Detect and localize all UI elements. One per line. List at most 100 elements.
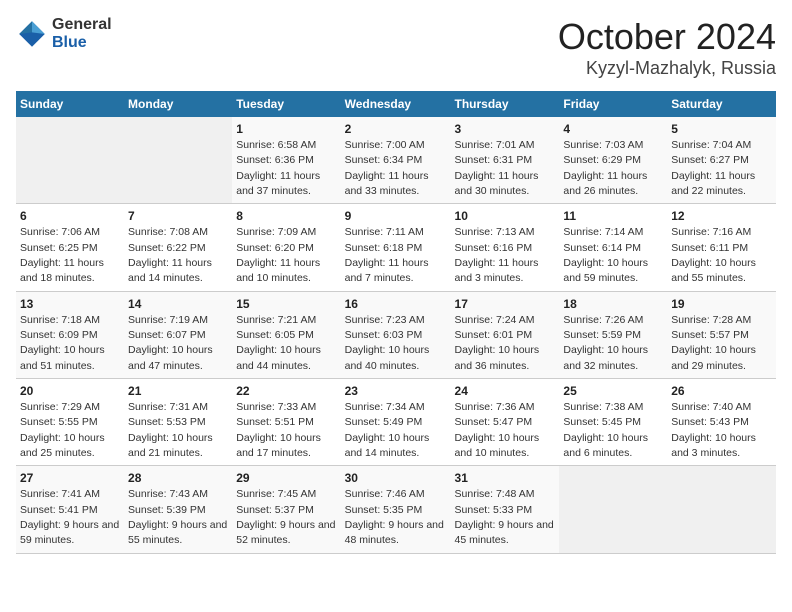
day-info: Sunrise: 7:41 AMSunset: 5:41 PMDaylight:… (20, 488, 119, 546)
day-number: 7 (128, 208, 228, 225)
day-number: 4 (563, 121, 663, 138)
calendar-week-5: 27Sunrise: 7:41 AMSunset: 5:41 PMDayligh… (16, 466, 776, 553)
day-info: Sunrise: 7:48 AMSunset: 5:33 PMDaylight:… (455, 488, 554, 546)
day-info: Sunrise: 7:14 AMSunset: 6:14 PMDaylight:… (563, 226, 648, 284)
calendar-cell: 3Sunrise: 7:01 AMSunset: 6:31 PMDaylight… (451, 117, 560, 204)
day-info: Sunrise: 7:04 AMSunset: 6:27 PMDaylight:… (671, 139, 755, 197)
day-number: 2 (345, 121, 447, 138)
calendar-cell: 19Sunrise: 7:28 AMSunset: 5:57 PMDayligh… (667, 291, 776, 378)
location-title: Kyzyl-Mazhalyk, Russia (558, 58, 776, 79)
calendar-week-2: 6Sunrise: 7:06 AMSunset: 6:25 PMDaylight… (16, 204, 776, 291)
logo-blue-text: Blue (52, 34, 112, 52)
day-header-sunday: Sunday (16, 91, 124, 117)
day-info: Sunrise: 7:36 AMSunset: 5:47 PMDaylight:… (455, 401, 540, 459)
calendar-cell: 31Sunrise: 7:48 AMSunset: 5:33 PMDayligh… (451, 466, 560, 553)
calendar-cell: 5Sunrise: 7:04 AMSunset: 6:27 PMDaylight… (667, 117, 776, 204)
day-number: 20 (20, 383, 120, 400)
calendar-cell: 15Sunrise: 7:21 AMSunset: 6:05 PMDayligh… (232, 291, 340, 378)
day-info: Sunrise: 7:09 AMSunset: 6:20 PMDaylight:… (236, 226, 320, 284)
calendar-cell: 21Sunrise: 7:31 AMSunset: 5:53 PMDayligh… (124, 379, 232, 466)
calendar-week-4: 20Sunrise: 7:29 AMSunset: 5:55 PMDayligh… (16, 379, 776, 466)
day-info: Sunrise: 7:34 AMSunset: 5:49 PMDaylight:… (345, 401, 430, 459)
day-info: Sunrise: 7:21 AMSunset: 6:05 PMDaylight:… (236, 314, 321, 372)
calendar-cell: 14Sunrise: 7:19 AMSunset: 6:07 PMDayligh… (124, 291, 232, 378)
day-info: Sunrise: 7:03 AMSunset: 6:29 PMDaylight:… (563, 139, 647, 197)
day-number: 16 (345, 296, 447, 313)
day-number: 22 (236, 383, 336, 400)
calendar-cell (16, 117, 124, 204)
calendar-cell: 27Sunrise: 7:41 AMSunset: 5:41 PMDayligh… (16, 466, 124, 553)
calendar-cell: 13Sunrise: 7:18 AMSunset: 6:09 PMDayligh… (16, 291, 124, 378)
day-number: 5 (671, 121, 772, 138)
day-info: Sunrise: 7:16 AMSunset: 6:11 PMDaylight:… (671, 226, 756, 284)
calendar-cell: 6Sunrise: 7:06 AMSunset: 6:25 PMDaylight… (16, 204, 124, 291)
calendar-table: SundayMondayTuesdayWednesdayThursdayFrid… (16, 91, 776, 554)
day-header-saturday: Saturday (667, 91, 776, 117)
day-number: 28 (128, 470, 228, 487)
day-number: 14 (128, 296, 228, 313)
day-number: 29 (236, 470, 336, 487)
day-header-thursday: Thursday (451, 91, 560, 117)
day-number: 3 (455, 121, 556, 138)
day-number: 12 (671, 208, 772, 225)
calendar-cell (559, 466, 667, 553)
day-info: Sunrise: 7:23 AMSunset: 6:03 PMDaylight:… (345, 314, 430, 372)
day-number: 1 (236, 121, 336, 138)
day-number: 27 (20, 470, 120, 487)
day-info: Sunrise: 7:40 AMSunset: 5:43 PMDaylight:… (671, 401, 756, 459)
day-number: 17 (455, 296, 556, 313)
calendar-cell: 4Sunrise: 7:03 AMSunset: 6:29 PMDaylight… (559, 117, 667, 204)
day-header-friday: Friday (559, 91, 667, 117)
calendar-cell: 24Sunrise: 7:36 AMSunset: 5:47 PMDayligh… (451, 379, 560, 466)
calendar-week-1: 1Sunrise: 6:58 AMSunset: 6:36 PMDaylight… (16, 117, 776, 204)
calendar-cell (667, 466, 776, 553)
logo-general-text: General (52, 16, 112, 34)
calendar-cell: 22Sunrise: 7:33 AMSunset: 5:51 PMDayligh… (232, 379, 340, 466)
day-info: Sunrise: 7:13 AMSunset: 6:16 PMDaylight:… (455, 226, 539, 284)
calendar-cell: 8Sunrise: 7:09 AMSunset: 6:20 PMDaylight… (232, 204, 340, 291)
calendar-cell: 10Sunrise: 7:13 AMSunset: 6:16 PMDayligh… (451, 204, 560, 291)
calendar-cell: 26Sunrise: 7:40 AMSunset: 5:43 PMDayligh… (667, 379, 776, 466)
calendar-cell: 11Sunrise: 7:14 AMSunset: 6:14 PMDayligh… (559, 204, 667, 291)
calendar-cell: 30Sunrise: 7:46 AMSunset: 5:35 PMDayligh… (341, 466, 451, 553)
day-number: 21 (128, 383, 228, 400)
day-number: 26 (671, 383, 772, 400)
day-info: Sunrise: 7:26 AMSunset: 5:59 PMDaylight:… (563, 314, 648, 372)
day-number: 10 (455, 208, 556, 225)
day-number: 31 (455, 470, 556, 487)
calendar-cell: 16Sunrise: 7:23 AMSunset: 6:03 PMDayligh… (341, 291, 451, 378)
calendar-cell: 23Sunrise: 7:34 AMSunset: 5:49 PMDayligh… (341, 379, 451, 466)
day-number: 15 (236, 296, 336, 313)
day-number: 8 (236, 208, 336, 225)
day-number: 6 (20, 208, 120, 225)
day-number: 25 (563, 383, 663, 400)
day-number: 30 (345, 470, 447, 487)
day-number: 13 (20, 296, 120, 313)
day-info: Sunrise: 7:29 AMSunset: 5:55 PMDaylight:… (20, 401, 105, 459)
day-info: Sunrise: 7:31 AMSunset: 5:53 PMDaylight:… (128, 401, 213, 459)
day-info: Sunrise: 7:38 AMSunset: 5:45 PMDaylight:… (563, 401, 648, 459)
day-number: 18 (563, 296, 663, 313)
day-info: Sunrise: 7:24 AMSunset: 6:01 PMDaylight:… (455, 314, 540, 372)
day-info: Sunrise: 7:11 AMSunset: 6:18 PMDaylight:… (345, 226, 429, 284)
calendar-cell: 12Sunrise: 7:16 AMSunset: 6:11 PMDayligh… (667, 204, 776, 291)
day-number: 9 (345, 208, 447, 225)
page-header: General Blue October 2024 Kyzyl-Mazhalyk… (16, 16, 776, 79)
calendar-week-3: 13Sunrise: 7:18 AMSunset: 6:09 PMDayligh… (16, 291, 776, 378)
day-info: Sunrise: 7:28 AMSunset: 5:57 PMDaylight:… (671, 314, 756, 372)
day-header-wednesday: Wednesday (341, 91, 451, 117)
day-info: Sunrise: 7:06 AMSunset: 6:25 PMDaylight:… (20, 226, 104, 284)
day-info: Sunrise: 6:58 AMSunset: 6:36 PMDaylight:… (236, 139, 320, 197)
calendar-cell: 1Sunrise: 6:58 AMSunset: 6:36 PMDaylight… (232, 117, 340, 204)
calendar-cell: 9Sunrise: 7:11 AMSunset: 6:18 PMDaylight… (341, 204, 451, 291)
day-info: Sunrise: 7:19 AMSunset: 6:07 PMDaylight:… (128, 314, 213, 372)
day-header-tuesday: Tuesday (232, 91, 340, 117)
month-title: October 2024 (558, 16, 776, 58)
day-info: Sunrise: 7:00 AMSunset: 6:34 PMDaylight:… (345, 139, 429, 197)
calendar-cell: 28Sunrise: 7:43 AMSunset: 5:39 PMDayligh… (124, 466, 232, 553)
calendar-cell: 20Sunrise: 7:29 AMSunset: 5:55 PMDayligh… (16, 379, 124, 466)
calendar-cell (124, 117, 232, 204)
calendar-cell: 25Sunrise: 7:38 AMSunset: 5:45 PMDayligh… (559, 379, 667, 466)
day-info: Sunrise: 7:01 AMSunset: 6:31 PMDaylight:… (455, 139, 539, 197)
title-block: October 2024 Kyzyl-Mazhalyk, Russia (558, 16, 776, 79)
